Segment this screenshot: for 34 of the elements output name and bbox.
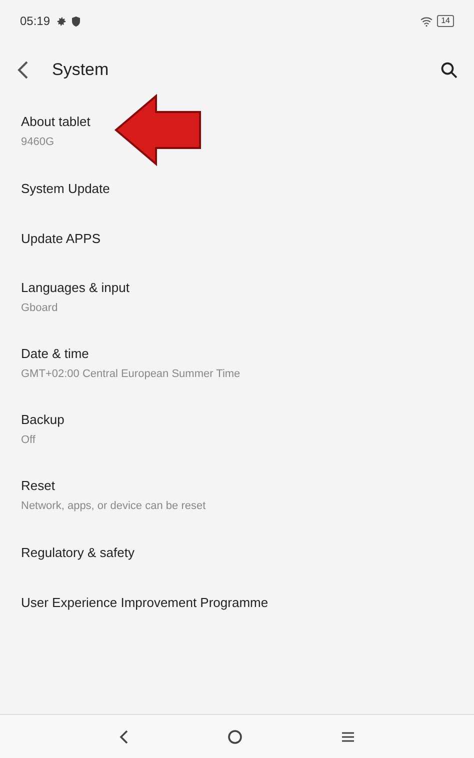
item-subtitle: Off	[21, 433, 36, 448]
settings-item[interactable]: Backup Off	[0, 396, 474, 462]
gear-icon	[56, 16, 68, 26]
settings-item[interactable]: About tablet 9460G	[0, 98, 474, 164]
item-title: Languages & input	[21, 278, 130, 297]
item-subtitle: 9460G	[21, 135, 56, 150]
item-subtitle: GMT+02:00 Central European Summer Time	[21, 367, 242, 382]
item-title: Date & time	[21, 344, 90, 362]
settings-item[interactable]: User Experience Improvement Programme	[0, 578, 474, 628]
item-subtitle: Network, apps, or device can be reset	[21, 499, 207, 514]
home-icon[interactable]	[227, 728, 243, 744]
settings-item[interactable]: Reset Network, apps, or device can be reset	[0, 462, 474, 528]
settings-item[interactable]: System Update	[0, 164, 474, 214]
item-title: Reset	[21, 476, 56, 494]
item-subtitle: Gboard	[21, 301, 59, 316]
item-title: Update APPS	[21, 230, 102, 248]
search-icon[interactable]	[440, 61, 458, 79]
settings-item[interactable]: Date & time GMT+02:00 Central European Summer Time	[0, 330, 474, 396]
page-title: System	[52, 59, 109, 82]
menu-icon[interactable]	[341, 730, 355, 742]
back-icon[interactable]	[16, 60, 30, 80]
item-title: System Update	[21, 180, 111, 198]
nav-back-icon[interactable]	[119, 728, 129, 744]
status-time: 05:19	[20, 13, 50, 30]
settings-item[interactable]: Update APPS	[0, 214, 474, 264]
item-title: About tablet	[21, 112, 92, 130]
battery-indicator: 14	[437, 15, 454, 27]
item-title: Backup	[21, 410, 66, 429]
wifi-icon	[420, 16, 434, 26]
item-title: Regulatory & safety	[21, 544, 136, 562]
item-title: User Experience Improvement Programme	[21, 594, 270, 612]
shield-icon	[71, 16, 82, 26]
settings-item[interactable]: Languages & input Gboard	[0, 264, 474, 330]
settings-item[interactable]: Regulatory & safety	[0, 528, 474, 578]
